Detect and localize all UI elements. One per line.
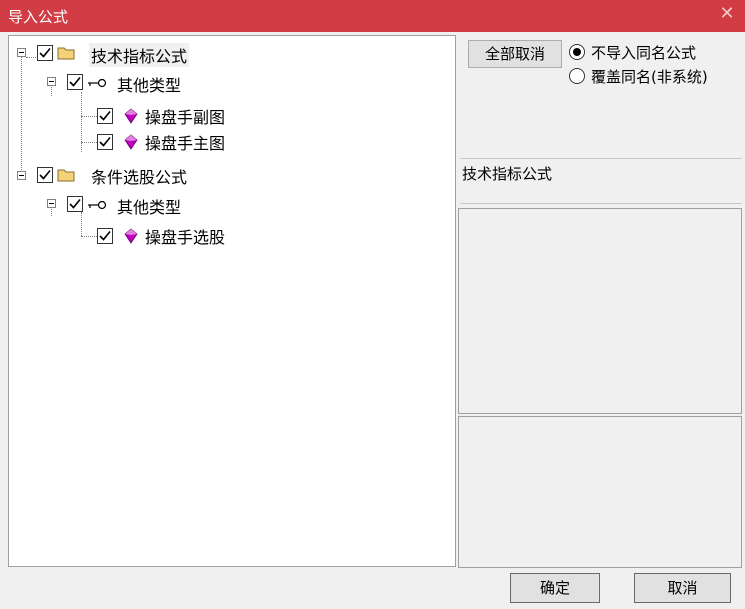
collapse-toggle[interactable] — [47, 77, 56, 86]
key-icon — [88, 200, 107, 210]
tree-connector — [81, 212, 82, 236]
description-panel[interactable] — [458, 208, 742, 414]
checkbox-root2[interactable] — [37, 167, 53, 183]
tree-label-child1[interactable]: 其他类型 — [117, 72, 181, 96]
folder-icon — [57, 169, 75, 182]
tree-label-item3[interactable]: 操盘手选股 — [145, 224, 225, 248]
info-title: 技术指标公式 — [462, 165, 553, 183]
close-icon[interactable]: ✕ — [717, 4, 737, 24]
ok-button[interactable]: 确定 — [510, 573, 600, 603]
checkbox-child1[interactable] — [67, 74, 83, 90]
folder-icon — [57, 47, 75, 60]
radio-skip-duplicates-label[interactable]: 不导入同名公式 — [591, 42, 696, 63]
tree-label-item1[interactable]: 操盘手副图 — [145, 104, 225, 128]
formula-gem-icon — [124, 228, 138, 244]
collapse-toggle[interactable] — [17, 171, 26, 180]
checkbox-child2[interactable] — [67, 196, 83, 212]
window-title: 导入公式 — [8, 8, 69, 26]
tree-connector — [26, 57, 36, 58]
tree-connector — [21, 56, 22, 176]
checkbox-item2[interactable] — [97, 134, 113, 150]
radio-skip-duplicates[interactable] — [569, 44, 585, 60]
tree-label-item2[interactable]: 操盘手主图 — [145, 130, 225, 154]
formula-gem-icon — [124, 108, 138, 124]
parameter-panel[interactable] — [458, 416, 742, 568]
title-bar: 导入公式 ✕ — [0, 0, 745, 32]
tree-connector — [81, 236, 97, 237]
tree-connector — [81, 142, 97, 143]
tree-connector — [81, 116, 97, 117]
checkbox-item3[interactable] — [97, 228, 113, 244]
radio-overwrite[interactable] — [569, 68, 585, 84]
tree-label-root1[interactable]: 技术指标公式 — [89, 43, 190, 67]
checkbox-item1[interactable] — [97, 108, 113, 124]
tree-connector — [81, 92, 82, 152]
dialog-body: 技术指标公式 其他类型 操盘手副图 操盘手主图 条件选股公式 其他类型 操盘手选… — [3, 32, 742, 606]
cancel-button[interactable]: 取消 — [634, 573, 731, 603]
collapse-toggle[interactable] — [17, 48, 26, 57]
tree-label-child2[interactable]: 其他类型 — [117, 194, 181, 218]
formula-gem-icon — [124, 134, 138, 150]
formula-tree[interactable]: 技术指标公式 其他类型 操盘手副图 操盘手主图 条件选股公式 其他类型 操盘手选… — [8, 35, 456, 567]
collapse-toggle[interactable] — [47, 199, 56, 208]
key-icon — [88, 78, 107, 88]
radio-selected-dot — [573, 48, 581, 56]
info-title-panel: 技术指标公式 — [460, 158, 742, 204]
tree-label-root2[interactable]: 条件选股公式 — [91, 164, 187, 188]
deselect-all-button[interactable]: 全部取消 — [468, 40, 562, 68]
checkbox-root1[interactable] — [37, 45, 53, 61]
radio-overwrite-label[interactable]: 覆盖同名(非系统) — [591, 66, 708, 87]
